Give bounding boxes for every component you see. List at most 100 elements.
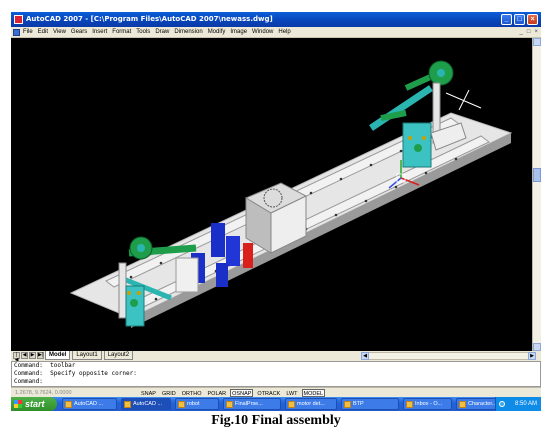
taskbar-button-label: AutoCAD ... xyxy=(74,401,104,407)
taskbar-button-label: robot xyxy=(187,401,200,407)
taskbar-button-label: AutoCAD ... xyxy=(133,401,163,407)
tab-navigation: |◀ ◀ ▶ ▶| xyxy=(13,352,44,363)
command-window[interactable]: Command: toolbar Command: Specify opposi… xyxy=(11,361,541,387)
taskbar-button[interactable]: Inbox - O... xyxy=(403,398,452,410)
document-icon[interactable] xyxy=(13,29,20,36)
right-link-green xyxy=(380,110,407,121)
maximize-button[interactable]: □ xyxy=(514,14,525,25)
status-toggle[interactable]: OSNAP xyxy=(230,389,254,397)
prev-tab-button[interactable]: ◀ xyxy=(21,352,28,359)
left-gear-hub xyxy=(137,244,145,252)
windows-flag-icon xyxy=(14,400,22,408)
right-gear-hub xyxy=(437,69,445,77)
taskbar-button-label: Character... xyxy=(468,401,497,407)
clock: 8:50 AM xyxy=(514,401,537,407)
status-toggle[interactable]: GRID xyxy=(160,389,178,397)
taskbar-button[interactable]: BTP xyxy=(341,398,399,410)
menu-item[interactable]: Edit xyxy=(38,27,48,38)
doc-minimize-button[interactable]: _ xyxy=(520,27,523,38)
start-button[interactable]: start xyxy=(11,397,57,411)
window-title: AutoCAD 2007 - [C:\Program Files\AutoCAD… xyxy=(26,15,273,23)
scroll-left-arrow[interactable]: ◀ xyxy=(361,352,369,360)
motor-2 xyxy=(226,236,240,266)
status-toggle[interactable]: MODEL xyxy=(301,389,326,397)
right-bracket-knob xyxy=(414,144,422,152)
scroll-up-arrow[interactable] xyxy=(533,38,541,46)
vertical-scrollbar[interactable] xyxy=(532,38,541,351)
menu-item[interactable]: Tools xyxy=(136,27,150,38)
last-tab-button[interactable]: ▶| xyxy=(37,352,44,359)
status-toggle[interactable]: POLAR xyxy=(206,389,229,397)
coordinate-readout: 1.2678, 9.7624, 0.0000 xyxy=(15,390,72,396)
scroll-down-arrow[interactable] xyxy=(533,343,541,351)
app-icon xyxy=(178,401,185,408)
tray-icon[interactable] xyxy=(499,401,505,407)
drafting-toggles: SNAP GRID ORTHO POLAR OSNAP OTRACK LWT MODEL xyxy=(139,388,326,397)
vertical-scroll-thumb[interactable] xyxy=(533,168,541,182)
status-toggle[interactable]: ORTHO xyxy=(180,389,204,397)
menu-item[interactable]: Modify xyxy=(208,27,226,38)
taskbar-button-label: BTP xyxy=(353,401,364,407)
horizontal-scrollbar[interactable]: ◀ ▶ xyxy=(361,352,536,360)
autocad-app-icon[interactable] xyxy=(14,15,23,24)
title-bar[interactable]: AutoCAD 2007 - [C:\Program Files\AutoCAD… xyxy=(11,12,541,27)
close-button[interactable]: × xyxy=(527,14,538,25)
status-toggle[interactable]: LWT xyxy=(284,389,299,397)
menu-item[interactable]: Gears xyxy=(71,27,87,38)
taskbar-button[interactable]: robot xyxy=(175,398,219,410)
taskbar-button[interactable]: Character... xyxy=(456,398,500,410)
drawing-area[interactable] xyxy=(11,38,532,351)
motor-coupling xyxy=(243,243,253,268)
menu-item[interactable]: Image xyxy=(230,27,247,38)
motor-4 xyxy=(216,263,228,287)
autocad-window: AutoCAD 2007 - [C:\Program Files\AutoCAD… xyxy=(11,12,541,397)
app-icon xyxy=(288,401,295,408)
right-arm xyxy=(369,85,433,131)
menu-item[interactable]: Window xyxy=(252,27,273,38)
crosshair-cursor xyxy=(445,89,482,111)
first-tab-button[interactable]: |◀ xyxy=(13,352,20,363)
doc-close-button[interactable]: × xyxy=(534,27,538,38)
menu-items: File Edit View Gears Insert Format Tools Draw Di… xyxy=(23,27,291,38)
menu-item[interactable]: View xyxy=(53,27,66,38)
status-toggle[interactable]: OTRACK xyxy=(255,389,282,397)
minimize-button[interactable]: _ xyxy=(501,14,512,25)
command-history-line: Command: toolbar xyxy=(14,362,76,369)
taskbar-button[interactable]: FinalPrse... xyxy=(223,398,281,410)
menu-item[interactable]: Help xyxy=(278,27,290,38)
menu-item[interactable]: File xyxy=(23,27,33,38)
base-plate-edge xyxy=(131,133,511,328)
status-toggle[interactable]: SNAP xyxy=(139,389,158,397)
app-icon xyxy=(226,401,233,408)
menu-item[interactable]: Dimension xyxy=(174,27,202,38)
motor-1 xyxy=(211,223,225,257)
taskbar-button[interactable]: AutoCAD ... xyxy=(62,398,117,410)
menu-item[interactable]: Format xyxy=(112,27,131,38)
app-icon xyxy=(406,401,413,408)
status-bar: 1.2678, 9.7624, 0.0000 SNAP GRID ORTHO POLA… xyxy=(11,387,541,397)
taskbar-button-label: motor det... xyxy=(297,401,325,407)
taskbar-button-label: Inbox - O... xyxy=(415,401,443,407)
tab-layout1[interactable]: Layout1 xyxy=(72,351,102,360)
command-prompt[interactable]: Command: xyxy=(14,378,540,386)
menu-item[interactable]: Draw xyxy=(155,27,169,38)
tab-model[interactable]: Model xyxy=(45,351,71,360)
taskbar-button[interactable]: motor det... xyxy=(285,398,337,410)
tab-layout2[interactable]: Layout2 xyxy=(103,351,134,360)
app-icon xyxy=(124,401,131,408)
system-tray: 8:50 AM xyxy=(495,397,541,411)
taskbar-button-label: FinalPrse... xyxy=(235,401,263,407)
final-assembly-model xyxy=(69,60,513,328)
doc-restore-button[interactable]: □ xyxy=(527,27,531,38)
windows-taskbar: start AutoCAD ... AutoCAD ... robot FinalPr… xyxy=(11,397,541,411)
left-bracket-knob xyxy=(130,299,138,307)
taskbar-button[interactable]: AutoCAD ... xyxy=(121,398,171,410)
scroll-right-arrow[interactable]: ▶ xyxy=(528,352,536,360)
layout-tab-row: |◀ ◀ ▶ ▶| Model Layout1 Layout2 ◀ ▶ xyxy=(11,351,541,363)
app-icon xyxy=(459,401,466,408)
next-tab-button[interactable]: ▶ xyxy=(29,352,36,359)
start-label: start xyxy=(25,399,45,409)
menu-item[interactable]: Insert xyxy=(92,27,107,38)
motor-mount xyxy=(175,257,199,293)
command-history-line: Command: Specify opposite corner: xyxy=(14,370,137,377)
